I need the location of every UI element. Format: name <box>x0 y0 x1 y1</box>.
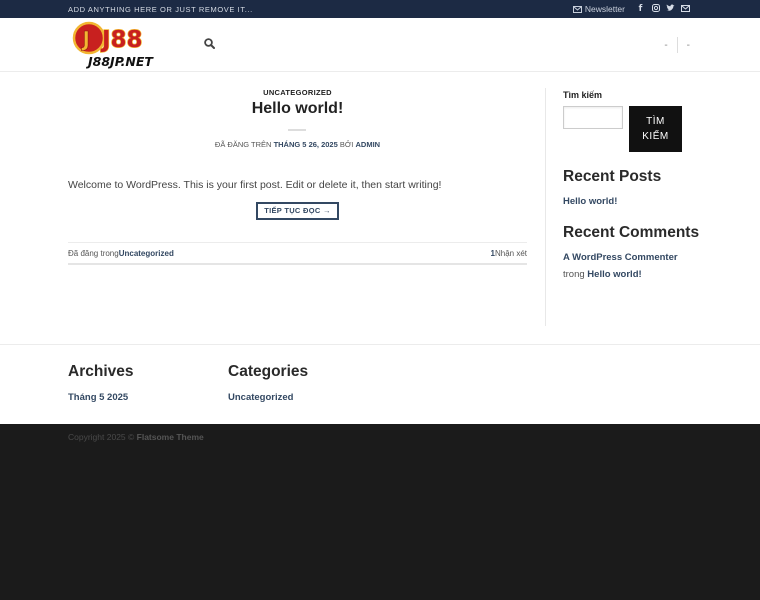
twitter-icon[interactable] <box>666 3 675 15</box>
meta-prefix: ĐÃ ĐĂNG TRÊN <box>214 140 272 149</box>
svg-text:J88JP.NET: J88JP.NET <box>85 54 154 69</box>
header-divider <box>676 37 678 53</box>
copyright-text: Copyright 2025 © Flatsome Theme <box>68 432 204 442</box>
category-link[interactable]: Uncategorized <box>228 392 293 403</box>
title-divider <box>288 129 306 131</box>
site-header: J J88 J88JP.NET - - <box>0 18 760 72</box>
comment-post-link[interactable]: Hello world! <box>587 269 641 280</box>
sidebar-divider <box>545 88 546 326</box>
svg-text:J: J <box>81 27 90 51</box>
top-bar: ADD ANYTHING HERE OR JUST REMOVE IT... N… <box>0 0 760 18</box>
recent-comments-title: Recent Comments <box>563 224 700 241</box>
post-date[interactable]: THÁNG 5 26, 2025 <box>274 140 338 149</box>
comment-author-link[interactable]: A WordPress Commenter <box>563 252 678 263</box>
post-author[interactable]: ADMIN <box>355 140 380 149</box>
site-logo[interactable]: J J88 J88JP.NET <box>72 20 166 70</box>
absolute-footer: Copyright 2025 © Flatsome Theme <box>0 424 760 600</box>
search-button[interactable]: TÌM KIẾM <box>629 106 682 152</box>
search-icon[interactable] <box>204 38 215 49</box>
comments-label: Nhận xét <box>494 249 527 258</box>
archive-link[interactable]: Tháng 5 2025 <box>68 392 128 403</box>
theme-link[interactable]: Flatsome Theme <box>137 432 204 442</box>
post-title[interactable]: Hello world! <box>68 100 527 118</box>
recent-posts-title: Recent Posts <box>563 168 662 185</box>
search-button-line2: KIẾM <box>642 131 669 142</box>
header-menu-item-1[interactable]: - <box>664 40 667 51</box>
instagram-icon[interactable] <box>651 3 660 15</box>
search-label: Tìm kiếm <box>563 90 603 100</box>
comments-link[interactable]: 1Nhận xét <box>491 249 527 258</box>
posted-in-label: Đã đăng trong <box>68 249 119 258</box>
header-right-menu: - - <box>664 37 690 53</box>
post-footer: Đã đăng trongUncategorized 1Nhận xét <box>68 242 527 265</box>
recent-post-link[interactable]: Hello world! <box>563 196 617 207</box>
categories-title: Categories <box>228 363 309 380</box>
comment-on-label: trong <box>563 269 585 280</box>
posted-in: Đã đăng trongUncategorized <box>68 249 174 258</box>
post-meta: ĐÃ ĐĂNG TRÊN THÁNG 5 26, 2025 BỞI ADMIN <box>68 140 527 149</box>
main-content: UNCATEGORIZED Hello world! ĐÃ ĐĂNG TRÊN … <box>0 72 760 344</box>
copyright-label: Copyright 2025 © <box>68 432 135 442</box>
newsletter-label: Newsletter <box>584 4 625 14</box>
search-input[interactable] <box>563 106 623 129</box>
email-icon[interactable] <box>681 3 690 15</box>
newsletter-link[interactable]: Newsletter <box>572 4 625 14</box>
posted-in-category[interactable]: Uncategorized <box>119 249 174 258</box>
read-more-button[interactable]: TIẾP TỤC ĐỌC → <box>256 202 339 220</box>
search-button-line1: TÌM <box>646 116 665 127</box>
envelope-icon <box>572 5 582 13</box>
post-excerpt: Welcome to WordPress. This is your first… <box>68 179 442 191</box>
top-bar-message: ADD ANYTHING HERE OR JUST REMOVE IT... <box>68 5 253 14</box>
top-bar-right: Newsletter f <box>572 3 690 15</box>
header-menu-item-2[interactable]: - <box>687 40 690 51</box>
facebook-icon[interactable]: f <box>636 3 645 15</box>
post-category[interactable]: UNCATEGORIZED <box>68 88 527 97</box>
meta-by: BỞI <box>339 140 354 149</box>
svg-text:J88: J88 <box>100 27 143 53</box>
archives-title: Archives <box>68 363 134 380</box>
comment-entry: trong Hello world! <box>563 269 642 280</box>
footer-widgets: Archives Tháng 5 2025 Categories Uncateg… <box>0 344 760 424</box>
